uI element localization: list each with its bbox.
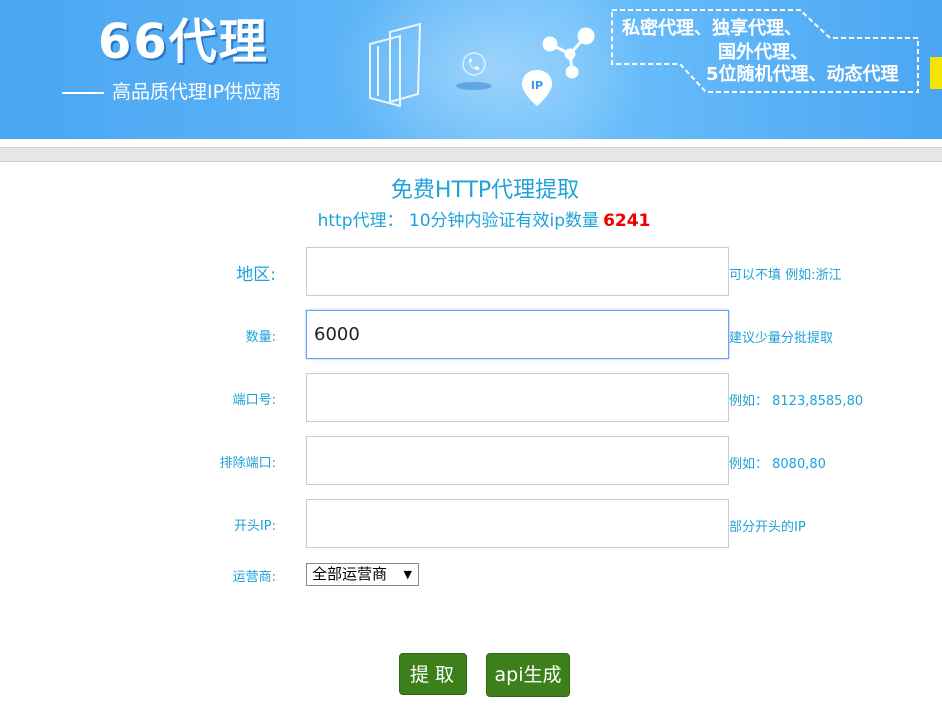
ip-prefix-hint: 部分开头的IP bbox=[729, 520, 806, 535]
carrier-select[interactable]: 全部运营商 ▼ bbox=[306, 563, 419, 586]
site-slogan: 高品质代理IP供应商 bbox=[62, 80, 281, 104]
exclude-port-label: 排除端口: bbox=[219, 456, 276, 471]
port-hint: 例如： 8123,8585,80 bbox=[729, 394, 864, 409]
carrier-selected-value: 全部运营商 bbox=[312, 565, 388, 583]
extract-button[interactable]: 提取 bbox=[399, 653, 467, 695]
port-input[interactable] bbox=[306, 373, 729, 422]
port-label: 端口号: bbox=[232, 393, 276, 408]
region-hint: 可以不填 例如:浙江 bbox=[729, 268, 842, 283]
slogan-dash bbox=[62, 91, 104, 94]
page-title: 免费HTTP代理提取 bbox=[390, 178, 580, 203]
api-generate-button[interactable]: api生成 bbox=[486, 653, 570, 697]
region-label: 地区: bbox=[236, 265, 276, 285]
promo-line-2: 国外代理、 bbox=[718, 42, 808, 63]
ip-prefix-label: 开头IP: bbox=[233, 519, 276, 534]
dropdown-arrow-icon: ▼ bbox=[403, 568, 412, 581]
nav-strip bbox=[0, 147, 942, 162]
summary-text: http代理： 10分钟内验证有效ip数量 bbox=[317, 211, 600, 231]
site-logo[interactable]: 66代理 bbox=[98, 14, 269, 70]
door-icon bbox=[369, 22, 422, 108]
ip-prefix-input[interactable] bbox=[306, 499, 729, 548]
promo-box: 私密代理、独享代理、 国外代理、 5位随机代理、动态代理 bbox=[610, 8, 920, 94]
phone-icon bbox=[462, 52, 486, 76]
header-banner: 66代理 高品质代理IP供应商 IP 私密代理、独享代理、 国外代理、 5位随机… bbox=[0, 0, 942, 139]
banner-decoration-icons: IP bbox=[369, 22, 595, 108]
promo-line-1: 私密代理、独享代理、 bbox=[622, 18, 802, 39]
promo-line-3: 5位随机代理、动态代理 bbox=[706, 64, 899, 85]
side-tab[interactable] bbox=[930, 57, 942, 89]
exclude-port-hint: 例如： 8080,80 bbox=[729, 457, 826, 472]
quantity-hint: 建议少量分批提取 bbox=[729, 331, 834, 346]
ip-location-pin-icon: IP bbox=[522, 70, 552, 106]
slogan-text: 高品质代理IP供应商 bbox=[112, 81, 282, 103]
valid-ip-summary: http代理： 10分钟内验证有效ip数量 6241 bbox=[0, 208, 942, 234]
valid-ip-count: 6241 bbox=[603, 211, 651, 231]
exclude-port-input[interactable] bbox=[306, 436, 729, 485]
carrier-label: 运营商: bbox=[232, 570, 276, 585]
ip-badge-text: IP bbox=[531, 79, 543, 92]
share-network-icon bbox=[542, 27, 595, 79]
quantity-input[interactable] bbox=[306, 310, 729, 359]
quantity-label: 数量: bbox=[245, 330, 276, 345]
region-input[interactable] bbox=[306, 247, 729, 296]
